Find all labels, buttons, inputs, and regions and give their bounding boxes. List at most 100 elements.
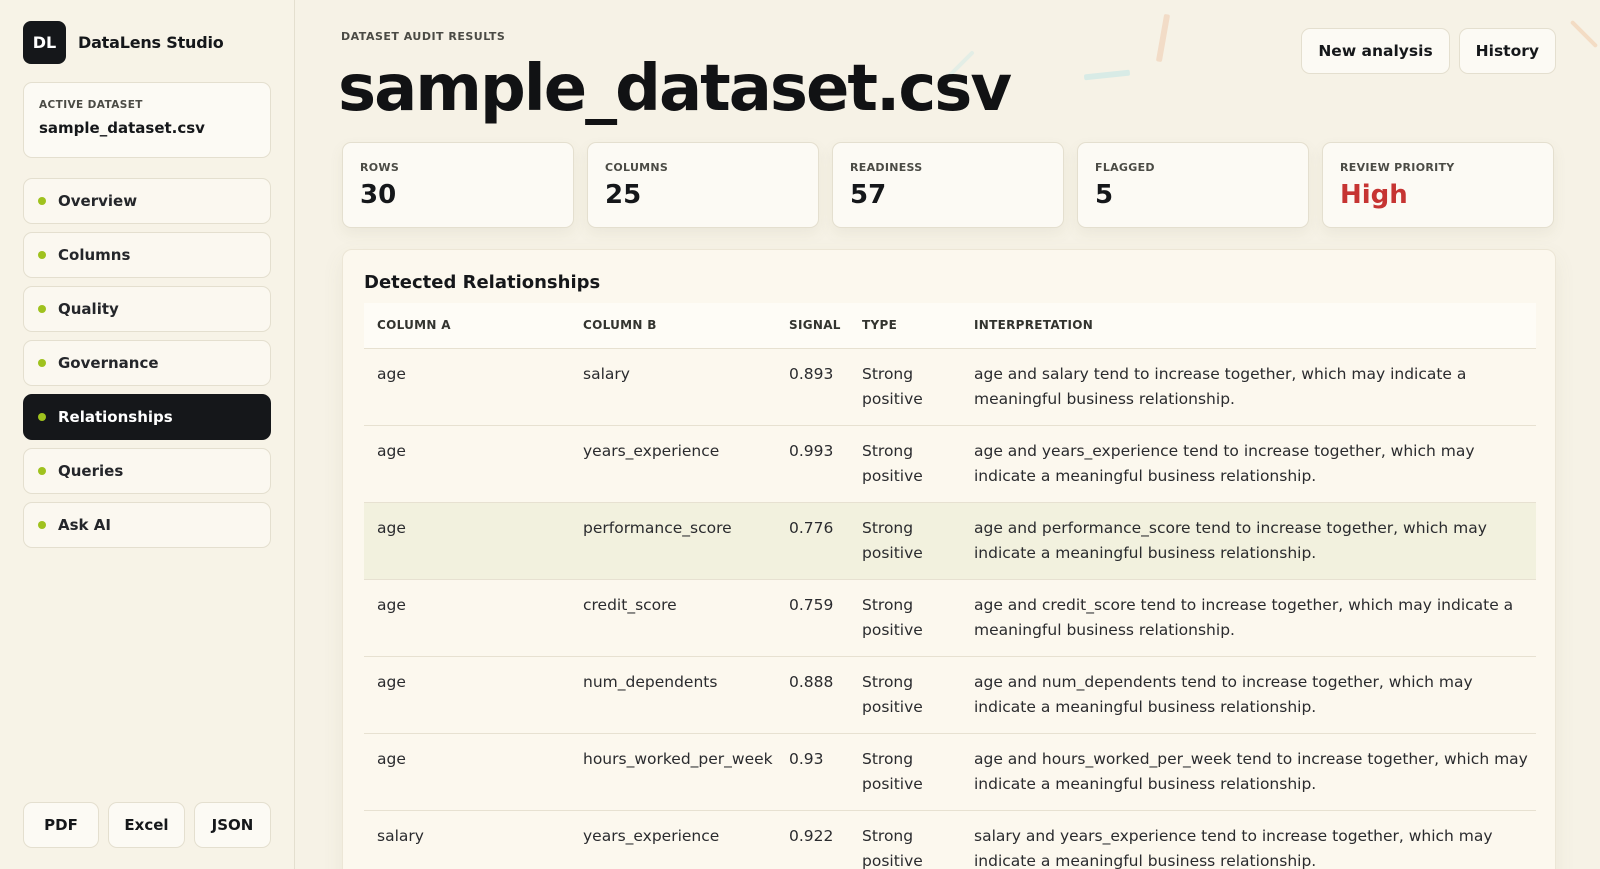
cell-interpretation: age and salary tend to increase together… [961,348,1536,426]
sidebar-item-quality[interactable]: Quality [23,286,271,332]
stat-value: 57 [850,180,887,210]
decorative-stroke [1155,13,1171,63]
sidebar-item-label: Governance [58,354,159,372]
cell-type: Strong positive [849,579,961,657]
page-eyebrow: DATASET AUDIT RESULTS [341,30,506,43]
priority-value: High [1340,180,1408,210]
cell-column-a: age [364,656,570,734]
cell-column-b: years_experience [570,425,776,503]
export-json-button[interactable]: JSON [194,802,271,848]
page-title: sample_dataset.csv [338,52,1012,126]
brand-name: DataLens Studio [78,32,224,52]
export-excel-button[interactable]: Excel [108,802,185,848]
sidebar-item-label: Columns [58,246,131,264]
cell-column-b: num_dependents [570,656,776,734]
stat-value: 25 [605,180,642,210]
cell-type: Strong positive [849,502,961,580]
sidebar-item-overview[interactable]: Overview [23,178,271,224]
export-buttons: PDF Excel JSON [23,802,271,848]
history-button[interactable]: History [1458,28,1556,74]
brand-logo: DL [23,20,66,64]
cell-interpretation: age and credit_score tend to increase to… [961,579,1536,657]
table-row[interactable]: salary years_experience 0.922 Strong pos… [364,810,1536,869]
sidebar-item-governance[interactable]: Governance [23,340,271,386]
cell-interpretation: age and performance_score tend to increa… [961,502,1536,580]
status-dot-icon [38,467,46,475]
status-dot-icon [38,521,46,529]
cell-type: Strong positive [849,348,961,426]
status-dot-icon [38,359,46,367]
decorative-stroke [1569,19,1599,49]
relationships-panel: Detected Relationships COLUMN A COLUMN B… [342,249,1556,869]
header-actions: New analysis History [1301,28,1556,74]
status-dot-icon [38,305,46,313]
sidebar-nav: Overview Columns Quality Governance Rela… [23,178,271,548]
export-pdf-button[interactable]: PDF [23,802,99,848]
cell-signal: 0.93 [776,733,849,811]
cell-type: Strong positive [849,733,961,811]
active-dataset-card: ACTIVE DATASET sample_dataset.csv [23,82,271,158]
sidebar: DL DataLens Studio ACTIVE DATASET sample… [0,0,295,869]
stat-label: REVIEW PRIORITY [1340,161,1455,174]
cell-type: Strong positive [849,810,961,869]
sidebar-item-label: Quality [58,300,119,318]
table-row[interactable]: age hours_worked_per_week 0.93 Strong po… [364,733,1536,811]
cell-column-b: hours_worked_per_week [570,733,776,811]
column-header: INTERPRETATION [961,303,1536,349]
brand: DL DataLens Studio [23,20,271,64]
status-dot-icon [38,251,46,259]
cell-signal: 0.922 [776,810,849,869]
stat-card-review-priority: REVIEW PRIORITY High [1322,142,1554,228]
cell-column-b: performance_score [570,502,776,580]
stat-card-readiness: READINESS 57 [832,142,1064,228]
sidebar-item-ask-ai[interactable]: Ask AI [23,502,271,548]
cell-type: Strong positive [849,425,961,503]
stats-row: ROWS 30 COLUMNS 25 READINESS 57 FLAGGED … [342,142,1554,228]
cell-column-a: age [364,348,570,426]
sidebar-item-queries[interactable]: Queries [23,448,271,494]
sidebar-item-label: Ask AI [58,516,111,534]
table-row-highlighted[interactable]: age performance_score 0.776 Strong posit… [364,502,1536,580]
table-row[interactable]: age num_dependents 0.888 Strong positive… [364,656,1536,734]
relationships-table: COLUMN A COLUMN B SIGNAL TYPE INTERPRETA… [364,303,1536,869]
cell-signal: 0.888 [776,656,849,734]
new-analysis-button[interactable]: New analysis [1301,28,1450,74]
sidebar-item-label: Relationships [58,408,173,426]
sidebar-item-label: Queries [58,462,124,480]
cell-signal: 0.759 [776,579,849,657]
stat-card-flagged: FLAGGED 5 [1077,142,1309,228]
cell-interpretation: age and num_dependents tend to increase … [961,656,1536,734]
cell-column-b: years_experience [570,810,776,869]
table-row[interactable]: age credit_score 0.759 Strong positive a… [364,579,1536,657]
stat-label: COLUMNS [605,161,669,174]
sidebar-item-columns[interactable]: Columns [23,232,271,278]
cell-type: Strong positive [849,656,961,734]
stat-value: 30 [360,180,397,210]
table-header-row: COLUMN A COLUMN B SIGNAL TYPE INTERPRETA… [364,303,1536,349]
column-header: COLUMN A [364,303,570,349]
stat-label: ROWS [360,161,400,174]
cell-column-a: salary [364,810,570,869]
status-dot-icon [38,197,46,205]
cell-signal: 0.776 [776,502,849,580]
cell-interpretation: age and hours_worked_per_week tend to in… [961,733,1536,811]
cell-column-a: age [364,425,570,503]
panel-title: Detected Relationships [364,272,601,293]
table-row[interactable]: age years_experience 0.993 Strong positi… [364,425,1536,503]
stat-value: 5 [1095,180,1114,210]
status-dot-icon [38,413,46,421]
cell-signal: 0.893 [776,348,849,426]
column-header: TYPE [849,303,961,349]
sidebar-item-relationships[interactable]: Relationships [23,394,271,440]
cell-column-a: age [364,579,570,657]
decorative-stroke [1083,69,1131,81]
table-row[interactable]: age salary 0.893 Strong positive age and… [364,348,1536,426]
cell-interpretation: age and years_experience tend to increas… [961,425,1536,503]
stat-card-columns: COLUMNS 25 [587,142,819,228]
column-header: COLUMN B [570,303,776,349]
cell-column-b: salary [570,348,776,426]
stat-label: READINESS [850,161,923,174]
cell-column-a: age [364,502,570,580]
stat-label: FLAGGED [1095,161,1155,174]
stat-card-rows: ROWS 30 [342,142,574,228]
